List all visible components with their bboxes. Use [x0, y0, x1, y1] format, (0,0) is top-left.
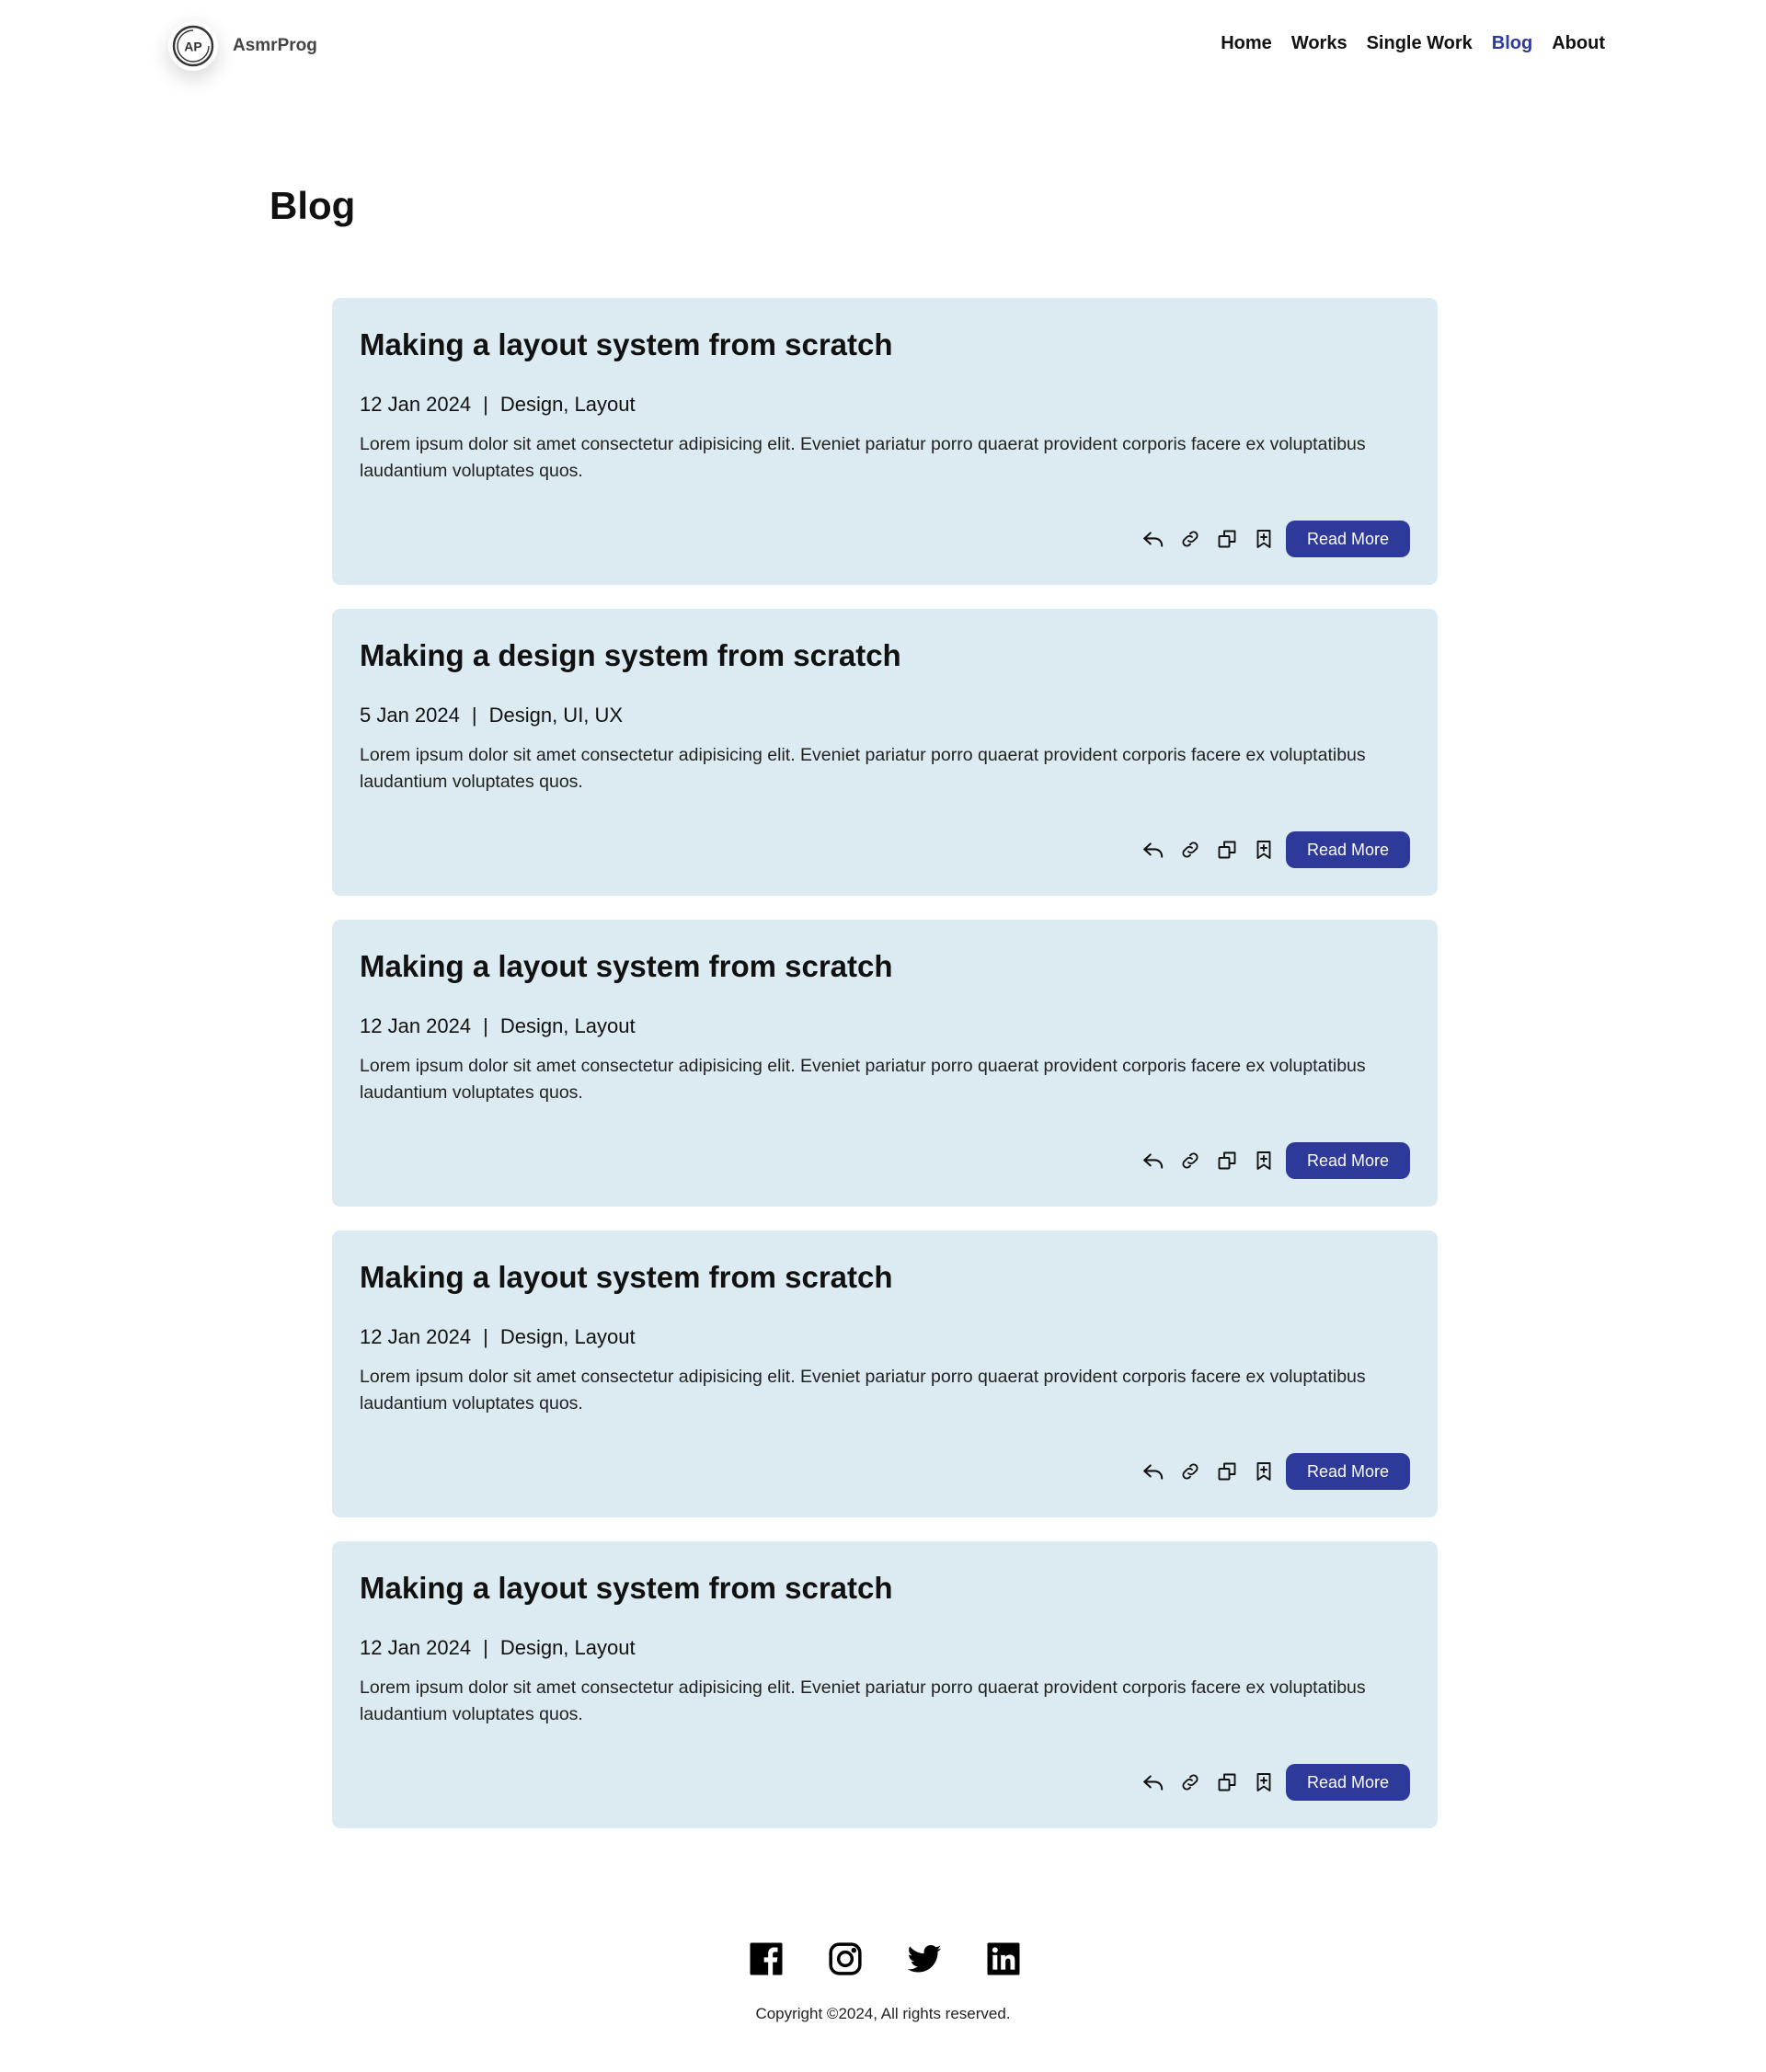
copyright-text: Copyright ©2024, All rights reserved.: [755, 2005, 1011, 2022]
reply-icon[interactable]: [1135, 831, 1172, 868]
post-title[interactable]: Making a layout system from scratch: [360, 949, 893, 984]
post-actions: Read More: [1135, 1764, 1410, 1801]
facebook-icon[interactable]: [748, 1940, 785, 1977]
brand[interactable]: AP AsmrProg: [168, 21, 317, 71]
copy-icon[interactable]: [1209, 1764, 1245, 1801]
post-title[interactable]: Making a layout system from scratch: [360, 1260, 893, 1295]
read-more-button[interactable]: Read More: [1286, 521, 1410, 557]
social-links: [3, 1940, 1766, 1977]
post-tags: Design, UI, UX: [488, 704, 624, 727]
link-icon[interactable]: [1172, 1453, 1209, 1490]
main-nav: Home Works Single Work Blog About: [1221, 33, 1605, 54]
bookmark-add-icon[interactable]: [1245, 1142, 1282, 1179]
post-excerpt: Lorem ipsum dolor sit amet consectetur a…: [360, 1056, 1366, 1103]
post-date: 12 Jan 2024: [360, 1636, 472, 1659]
logo-icon: AP: [172, 25, 214, 67]
post-meta: 5 Jan 2024 | Design, UI, UX: [360, 704, 623, 727]
linkedin-icon[interactable]: [985, 1940, 1022, 1977]
post-tags: Design, Layout: [499, 1014, 636, 1037]
blog-post-card: Making a layout system from scratch 12 J…: [332, 1541, 1438, 1828]
twitter-icon[interactable]: [906, 1940, 943, 1977]
copy-icon[interactable]: [1209, 1453, 1245, 1490]
page-title: Blog: [269, 184, 356, 227]
blog-post-card: Making a layout system from scratch 12 J…: [332, 298, 1438, 585]
read-more-button[interactable]: Read More: [1286, 1453, 1410, 1490]
post-date: 12 Jan 2024: [360, 1014, 472, 1037]
post-tags: Design, Layout: [499, 1325, 636, 1348]
nav-single-work[interactable]: Single Work: [1367, 33, 1473, 54]
post-title[interactable]: Making a layout system from scratch: [360, 1571, 893, 1606]
post-meta: 12 Jan 2024 | Design, Layout: [360, 1325, 636, 1349]
meta-separator: |: [483, 393, 488, 416]
link-icon[interactable]: [1172, 1142, 1209, 1179]
instagram-icon[interactable]: [827, 1940, 864, 1977]
post-meta: 12 Jan 2024 | Design, Layout: [360, 1636, 636, 1660]
post-excerpt: Lorem ipsum dolor sit amet consectetur a…: [360, 745, 1366, 792]
nav-blog[interactable]: Blog: [1492, 33, 1532, 54]
link-icon[interactable]: [1172, 831, 1209, 868]
post-title[interactable]: Making a design system from scratch: [360, 638, 901, 673]
meta-separator: |: [471, 704, 477, 727]
post-actions: Read More: [1135, 831, 1410, 868]
meta-separator: |: [483, 1325, 488, 1348]
copy-icon[interactable]: [1209, 831, 1245, 868]
post-actions: Read More: [1135, 1142, 1410, 1179]
post-date: 12 Jan 2024: [360, 393, 472, 416]
brand-name[interactable]: AsmrProg: [233, 36, 317, 56]
nav-works[interactable]: Works: [1291, 33, 1347, 54]
post-date: 12 Jan 2024: [360, 1325, 472, 1348]
copy-icon[interactable]: [1209, 1142, 1245, 1179]
post-meta: 12 Jan 2024 | Design, Layout: [360, 393, 636, 417]
post-tags: Design, Layout: [499, 1636, 636, 1659]
blog-post-card: Making a layout system from scratch 12 J…: [332, 1231, 1438, 1517]
meta-separator: |: [483, 1636, 488, 1659]
site-footer: Copyright ©2024, All rights reserved.: [0, 1940, 1766, 2023]
reply-icon[interactable]: [1135, 1142, 1172, 1179]
reply-icon[interactable]: [1135, 1453, 1172, 1490]
post-date: 5 Jan 2024: [360, 704, 460, 727]
blog-post-card: Making a layout system from scratch 12 J…: [332, 920, 1438, 1207]
nav-about[interactable]: About: [1552, 33, 1605, 54]
logo-text: AP: [184, 40, 201, 54]
link-icon[interactable]: [1172, 521, 1209, 557]
nav-home[interactable]: Home: [1221, 33, 1272, 54]
bookmark-add-icon[interactable]: [1245, 1764, 1282, 1801]
post-meta: 12 Jan 2024 | Design, Layout: [360, 1014, 636, 1038]
logo[interactable]: AP: [168, 21, 218, 71]
post-actions: Read More: [1135, 1453, 1410, 1490]
bookmark-add-icon[interactable]: [1245, 1453, 1282, 1490]
reply-icon[interactable]: [1135, 521, 1172, 557]
bookmark-add-icon[interactable]: [1245, 831, 1282, 868]
meta-separator: |: [483, 1014, 488, 1037]
post-tags: Design, Layout: [499, 393, 636, 416]
post-excerpt: Lorem ipsum dolor sit amet consectetur a…: [360, 434, 1366, 481]
site-header: AP AsmrProg Home Works Single Work Blog …: [0, 0, 1766, 92]
blog-post-list: Making a layout system from scratch 12 J…: [332, 298, 1438, 1852]
blog-post-card: Making a design system from scratch 5 Ja…: [332, 609, 1438, 896]
read-more-button[interactable]: Read More: [1286, 1142, 1410, 1179]
link-icon[interactable]: [1172, 1764, 1209, 1801]
read-more-button[interactable]: Read More: [1286, 1764, 1410, 1801]
post-excerpt: Lorem ipsum dolor sit amet consectetur a…: [360, 1677, 1366, 1724]
bookmark-add-icon[interactable]: [1245, 521, 1282, 557]
copy-icon[interactable]: [1209, 521, 1245, 557]
post-excerpt: Lorem ipsum dolor sit amet consectetur a…: [360, 1367, 1366, 1414]
reply-icon[interactable]: [1135, 1764, 1172, 1801]
post-title[interactable]: Making a layout system from scratch: [360, 327, 893, 362]
post-actions: Read More: [1135, 521, 1410, 557]
read-more-button[interactable]: Read More: [1286, 831, 1410, 868]
